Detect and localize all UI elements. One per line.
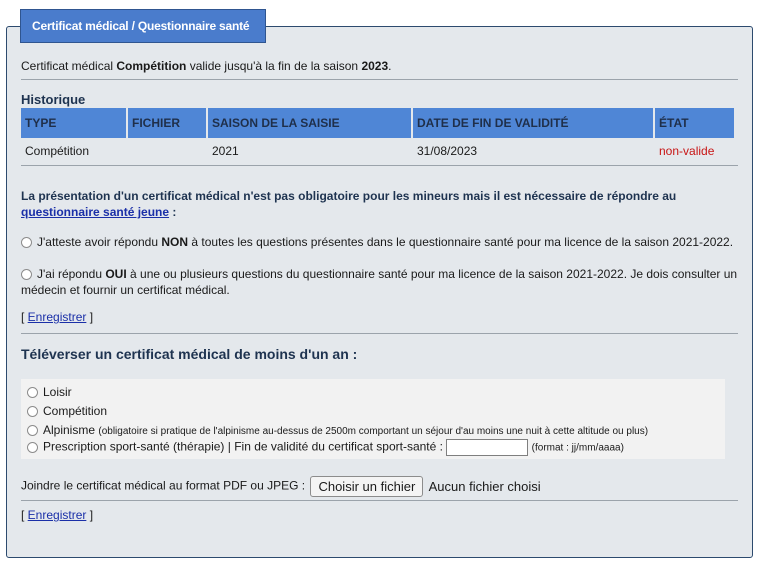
cell-season: 2021 bbox=[212, 144, 239, 158]
panel-title-tab: Certificat médical / Questionnaire santé bbox=[20, 9, 266, 43]
option-loisir[interactable]: Loisir bbox=[27, 385, 72, 399]
save-upload: [ Enregistrer ] bbox=[21, 508, 94, 522]
column-header-type: TYPE bbox=[21, 108, 126, 138]
sport-sante-end-date-input[interactable] bbox=[446, 439, 529, 456]
cell-file bbox=[128, 138, 206, 164]
cell-type: Compétition bbox=[25, 144, 90, 158]
cell-end-date: 31/08/2023 bbox=[417, 144, 478, 158]
file-upload-row: Joindre le certificat médical au format … bbox=[21, 476, 541, 497]
questionnaire-info: La présentation d'un certificat médical … bbox=[21, 189, 677, 219]
certificate-type-options: Loisir Compétition Alpinisme (obligatoir… bbox=[21, 379, 725, 459]
column-header-season: SAISON DE LA SAISIE bbox=[208, 108, 411, 138]
validity-season: 2023 bbox=[361, 59, 389, 73]
column-header-state: ÉTAT bbox=[655, 108, 734, 138]
upload-title: Téléverser un certificat médical de moin… bbox=[21, 346, 358, 362]
prescription-radio[interactable] bbox=[27, 441, 38, 453]
certificate-type: Compétition bbox=[116, 59, 187, 73]
option-competition[interactable]: Compétition bbox=[27, 404, 107, 418]
attest-yes-option[interactable]: J'ai répondu OUI à une ou plusieurs ques… bbox=[21, 266, 738, 298]
divider bbox=[21, 500, 738, 501]
history-header-row: TYPE FICHIER SAISON DE LA SAISIE DATE DE… bbox=[21, 108, 734, 138]
option-alpinisme[interactable]: Alpinisme (obligatoire si pratique de l'… bbox=[27, 423, 648, 437]
date-format-hint: (format : jj/mm/aaaa) bbox=[531, 442, 624, 454]
save-questionnaire-link[interactable]: Enregistrer bbox=[28, 310, 87, 324]
divider bbox=[21, 333, 738, 334]
competition-radio[interactable] bbox=[27, 406, 38, 417]
save-questionnaire: [ Enregistrer ] bbox=[21, 310, 94, 324]
status-badge: non-valide bbox=[659, 144, 715, 158]
save-upload-link[interactable]: Enregistrer bbox=[28, 508, 87, 522]
history-title: Historique bbox=[21, 92, 86, 107]
questionnaire-link[interactable]: questionnaire santé jeune bbox=[21, 205, 169, 219]
column-header-end-date: DATE DE FIN DE VALIDITÉ bbox=[413, 108, 653, 138]
divider bbox=[21, 165, 738, 166]
attest-no-radio[interactable] bbox=[21, 237, 32, 248]
divider bbox=[21, 79, 738, 80]
no-file-label: Aucun fichier choisi bbox=[428, 479, 541, 494]
loisir-radio[interactable] bbox=[27, 387, 38, 398]
attest-yes-radio[interactable] bbox=[21, 269, 32, 280]
history-table: TYPE FICHIER SAISON DE LA SAISIE DATE DE… bbox=[19, 108, 736, 164]
alpinisme-radio[interactable] bbox=[27, 425, 38, 436]
choose-file-button[interactable]: Choisir un fichier bbox=[310, 476, 424, 497]
column-header-file: FICHIER bbox=[128, 108, 206, 138]
attest-no-option[interactable]: J'atteste avoir répondu NON à toutes les… bbox=[21, 234, 738, 250]
alpinisme-note: (obligatoire si pratique de l'alpinisme … bbox=[98, 426, 649, 437]
option-prescription[interactable]: Prescription sport-santé (thérapie) | Fi… bbox=[27, 439, 624, 456]
certificate-validity-text: Certificat médical Compétition valide ju… bbox=[21, 59, 392, 73]
table-row: Compétition 2021 31/08/2023 non-valide bbox=[21, 138, 734, 164]
